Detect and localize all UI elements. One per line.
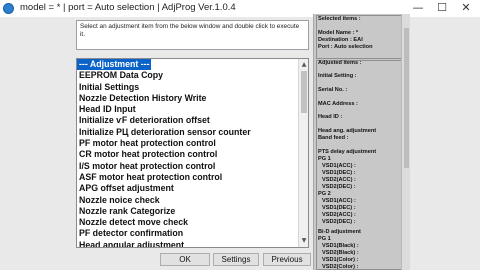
list-item[interactable]: Head ID Input xyxy=(77,104,299,115)
window-title: model = * | port = Auto selection | AdjP… xyxy=(20,2,236,13)
side-scroll-thumb[interactable] xyxy=(404,28,409,168)
scroll-up-icon[interactable]: ▲ xyxy=(300,61,308,69)
pg2-label: PG 2 xyxy=(318,191,331,197)
pg2-row: VSD2(ACC) : xyxy=(322,212,356,218)
port-label: Port : Auto selection xyxy=(318,44,373,50)
bid-adjustment-label: Bi-D adjustment xyxy=(318,229,361,235)
head-id-label: Head ID : xyxy=(318,114,343,120)
bid-row: VSD2(Color) : xyxy=(322,264,359,270)
initial-setting-label: Initial Setting : xyxy=(318,73,357,79)
list-scrollbar[interactable]: ▲ ▼ xyxy=(298,59,308,247)
app-icon xyxy=(3,3,14,14)
list-item[interactable]: Initialize PЦ deterioration sensor count… xyxy=(77,127,299,138)
list-item[interactable]: Nozzle Detection History Write xyxy=(77,93,299,104)
pts-delay-label: PTS delay adjustment xyxy=(318,149,377,155)
ok-button[interactable]: OK xyxy=(160,253,210,266)
destination-label: Destination : EAI xyxy=(318,37,363,43)
list-items: --- Adjustment --- EEPROM Data Copy Initia… xyxy=(77,59,299,247)
instruction-text: Select an adjustment item from the below… xyxy=(76,20,309,50)
model-name-label: Model Name : * xyxy=(318,30,359,36)
pg2-row: VSD2(DEC) : xyxy=(322,219,356,225)
list-item[interactable]: PF motor heat protection control xyxy=(77,138,299,149)
bid-row: VSD1(Black) : xyxy=(322,243,359,249)
list-item[interactable]: PF detector confirmation xyxy=(77,228,299,239)
pg1-label: PG 1 xyxy=(318,156,331,162)
bid-pg1-label: PG 1 xyxy=(318,236,331,242)
list-item[interactable]: Head angular adjustment xyxy=(77,240,299,247)
maximize-button[interactable]: ☐ xyxy=(430,0,454,17)
pg1-row: VSD1(DEC) : xyxy=(322,170,356,176)
list-item[interactable]: Nozzle noice check xyxy=(77,195,299,206)
side-scrollbar[interactable] xyxy=(401,14,410,270)
band-feed-label: Band feed : xyxy=(318,135,349,141)
serial-no-label: Serial No. : xyxy=(318,87,348,93)
settings-button[interactable]: Settings xyxy=(213,253,259,266)
list-item[interactable]: EEPROM Data Copy xyxy=(77,70,299,81)
mac-address-label: MAC Address : xyxy=(318,101,358,107)
scroll-thumb[interactable] xyxy=(301,71,307,113)
pg1-row: VSD1(ACC) : xyxy=(322,163,356,169)
close-button[interactable]: ✕ xyxy=(454,0,478,17)
bid-row: VSD1(Color) : xyxy=(322,257,359,263)
list-item[interactable]: Initialize ѵF deterioration offset xyxy=(77,115,299,126)
list-item[interactable]: CR motor heat protection control xyxy=(77,149,299,160)
pg1-row: VSD2(DEC) : xyxy=(322,184,356,190)
adjusted-items-label: Adjusted items : xyxy=(318,60,362,66)
previous-button[interactable]: Previous xyxy=(263,253,311,266)
scroll-down-icon[interactable]: ▼ xyxy=(300,237,308,245)
list-item[interactable]: Initial Settings xyxy=(77,82,299,93)
adjustment-list[interactable]: --- Adjustment --- EEPROM Data Copy Initia… xyxy=(76,58,309,248)
bid-row: VSD2(Black) : xyxy=(322,250,359,256)
pg2-row: VSD1(ACC) : xyxy=(322,198,356,204)
list-item[interactable]: APG offset adjustment xyxy=(77,183,299,194)
pg1-row: VSD2(ACC) : xyxy=(322,177,356,183)
list-item[interactable]: ASF motor heat protection control xyxy=(77,172,299,183)
head-angular-label: Head ang. adjustment xyxy=(318,128,377,134)
pg2-row: VSD1(DEC) : xyxy=(322,205,356,211)
list-item[interactable]: Nozzle rank Categorize xyxy=(77,206,299,217)
list-item[interactable]: I/S motor heat protection control xyxy=(77,161,299,172)
side-panel: Selected items : Model Name : * Destinat… xyxy=(313,14,405,270)
list-header: --- Adjustment --- xyxy=(77,59,151,71)
selected-items-label: Selected items : xyxy=(318,16,361,22)
list-item[interactable]: Nozzle detect move check xyxy=(77,217,299,228)
